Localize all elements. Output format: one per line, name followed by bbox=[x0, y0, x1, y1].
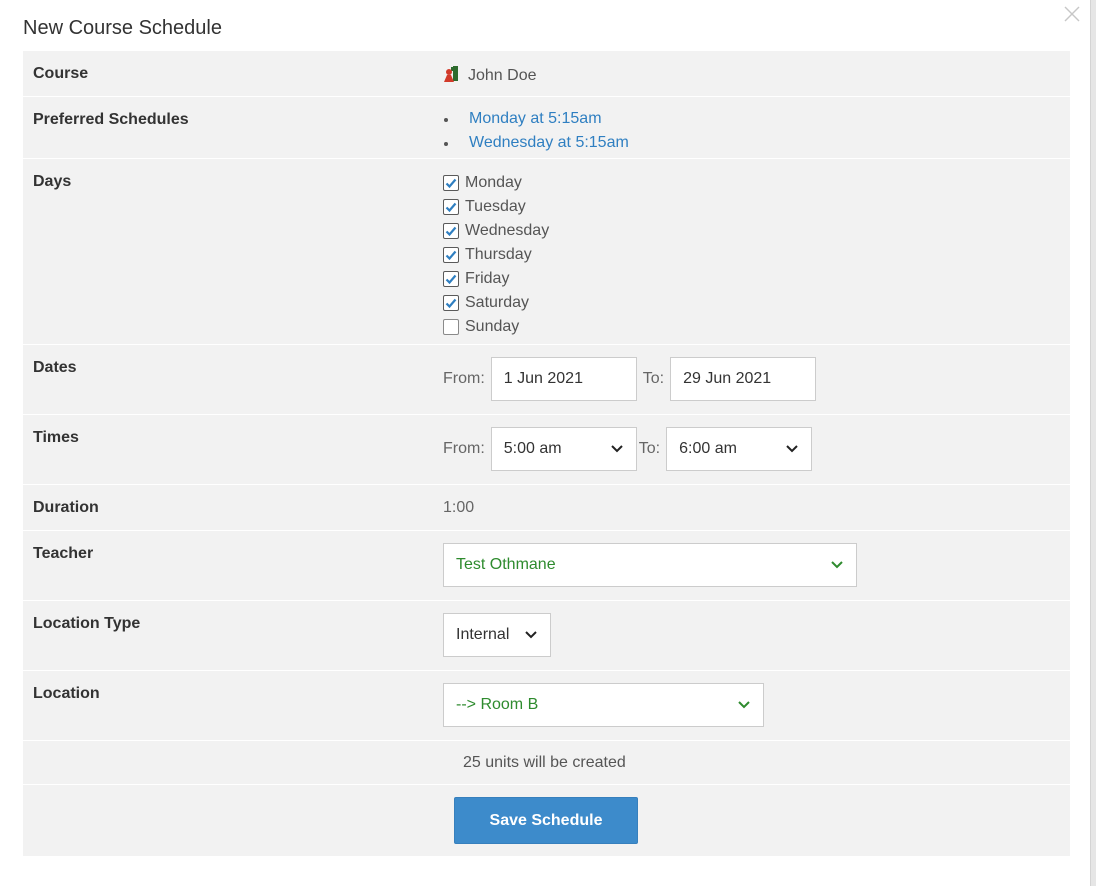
duration-row: Duration 1:00 bbox=[23, 485, 1070, 531]
date-from-input[interactable]: 1 Jun 2021 bbox=[490, 357, 637, 401]
teacher-value: Test Othmane bbox=[456, 556, 556, 573]
course-label: Course bbox=[33, 65, 89, 82]
course-value: John Doe bbox=[443, 51, 1070, 96]
day-option-saturday[interactable]: Saturday bbox=[443, 291, 1070, 315]
checkmark-icon bbox=[445, 298, 457, 309]
day-option-sunday[interactable]: Sunday bbox=[443, 315, 1070, 339]
day-checkbox[interactable] bbox=[443, 199, 459, 215]
chevron-down-icon bbox=[611, 445, 623, 453]
chevron-down-icon bbox=[786, 445, 798, 453]
day-label: Saturday bbox=[465, 294, 530, 311]
teacher-select[interactable]: Test Othmane bbox=[443, 543, 857, 587]
dates-label: Dates bbox=[33, 359, 77, 376]
course-name: John Doe bbox=[468, 67, 537, 84]
save-row: Save Schedule bbox=[23, 785, 1070, 857]
dates-row: Dates From: 1 Jun 2021 To: 29 Jun 2021 bbox=[23, 345, 1070, 415]
checkmark-icon bbox=[445, 250, 457, 261]
checkmark-icon bbox=[445, 274, 457, 285]
days-label: Days bbox=[33, 173, 72, 190]
units-message: 25 units will be created bbox=[463, 754, 626, 771]
teacher-row: Teacher Test Othmane bbox=[23, 531, 1070, 601]
list-item: Wednesday at 5:15am bbox=[443, 131, 1070, 155]
preferred-schedule-link[interactable]: Wednesday at 5:15am bbox=[469, 134, 629, 151]
checkmark-icon bbox=[445, 178, 457, 189]
day-label: Thursday bbox=[465, 246, 532, 263]
preferred-schedules-label: Preferred Schedules bbox=[33, 111, 189, 128]
times-row: Times From: 5:00 am To: 6:00 am bbox=[23, 415, 1070, 485]
schedule-form: Course John Doe Preferred Schedules Mond… bbox=[23, 51, 1070, 857]
course-schedule-modal: New Course Schedule Course John Doe Pref… bbox=[0, 0, 1090, 886]
days-checkbox-group: Monday Tuesday Wednesday Thursday Friday Satu… bbox=[443, 159, 1070, 344]
list-item: Monday at 5:15am bbox=[443, 107, 1070, 131]
day-checkbox[interactable] bbox=[443, 247, 459, 263]
duration-value: 1:00 bbox=[443, 499, 475, 516]
times-from-label: From: bbox=[443, 440, 485, 457]
day-option-thursday[interactable]: Thursday bbox=[443, 243, 1070, 267]
preferred-schedules-value: Monday at 5:15am Wednesday at 5:15am bbox=[443, 97, 1070, 158]
location-type-value: Internal bbox=[456, 626, 510, 643]
chevron-down-icon bbox=[525, 631, 537, 639]
units-row: 25 units will be created bbox=[23, 741, 1070, 785]
days-row: Days Monday Tuesday Wednesday Thursday Frida… bbox=[23, 159, 1070, 345]
close-icon[interactable] bbox=[1062, 4, 1082, 24]
day-checkbox[interactable] bbox=[443, 295, 459, 311]
checkmark-icon bbox=[445, 202, 457, 213]
day-checkbox[interactable] bbox=[443, 319, 459, 335]
preferred-schedules-row: Preferred Schedules Monday at 5:15am Wed… bbox=[23, 97, 1070, 159]
day-checkbox[interactable] bbox=[443, 175, 459, 191]
date-to-value: 29 Jun 2021 bbox=[683, 370, 772, 387]
time-from-value: 5:00 am bbox=[503, 440, 562, 457]
duration-label: Duration bbox=[33, 499, 99, 516]
dates-to-label: To: bbox=[642, 370, 665, 387]
day-label: Wednesday bbox=[465, 222, 550, 239]
location-value: --> Room B bbox=[456, 696, 539, 713]
chevron-down-icon bbox=[738, 701, 750, 709]
day-option-friday[interactable]: Friday bbox=[443, 267, 1070, 291]
time-to-select[interactable]: 6:00 am bbox=[666, 427, 813, 471]
teacher-label: Teacher bbox=[33, 545, 94, 562]
day-label: Sunday bbox=[465, 318, 520, 335]
preferred-schedule-link[interactable]: Monday at 5:15am bbox=[469, 110, 602, 127]
preferred-schedules-list: Monday at 5:15am Wednesday at 5:15am bbox=[443, 107, 1070, 155]
dates-from-label: From: bbox=[443, 370, 485, 387]
day-label: Monday bbox=[465, 174, 522, 191]
location-label: Location bbox=[33, 685, 100, 702]
checkmark-icon bbox=[445, 226, 457, 237]
save-schedule-button[interactable]: Save Schedule bbox=[454, 797, 638, 844]
time-to-value: 6:00 am bbox=[679, 440, 737, 457]
day-checkbox[interactable] bbox=[443, 223, 459, 239]
location-type-select[interactable]: Internal bbox=[443, 613, 551, 657]
day-option-tuesday[interactable]: Tuesday bbox=[443, 195, 1070, 219]
time-from-select[interactable]: 5:00 am bbox=[490, 427, 637, 471]
date-to-input[interactable]: 29 Jun 2021 bbox=[670, 357, 817, 401]
times-to-label: To: bbox=[638, 440, 661, 457]
course-row: Course John Doe bbox=[23, 51, 1070, 97]
date-from-value: 1 Jun 2021 bbox=[503, 370, 583, 387]
location-type-label: Location Type bbox=[33, 615, 141, 632]
location-row: Location --> Room B bbox=[23, 671, 1070, 741]
chevron-down-icon bbox=[831, 561, 843, 569]
day-option-wednesday[interactable]: Wednesday bbox=[443, 219, 1070, 243]
location-type-row: Location Type Internal bbox=[23, 601, 1070, 671]
day-label: Friday bbox=[465, 270, 510, 287]
times-label: Times bbox=[33, 429, 79, 446]
modal-title: New Course Schedule bbox=[23, 17, 222, 39]
day-option-monday[interactable]: Monday bbox=[443, 171, 1070, 195]
day-label: Tuesday bbox=[465, 198, 526, 215]
day-checkbox[interactable] bbox=[443, 271, 459, 287]
course-icon bbox=[444, 66, 458, 82]
location-select[interactable]: --> Room B bbox=[443, 683, 764, 727]
window-edge bbox=[1090, 0, 1096, 886]
